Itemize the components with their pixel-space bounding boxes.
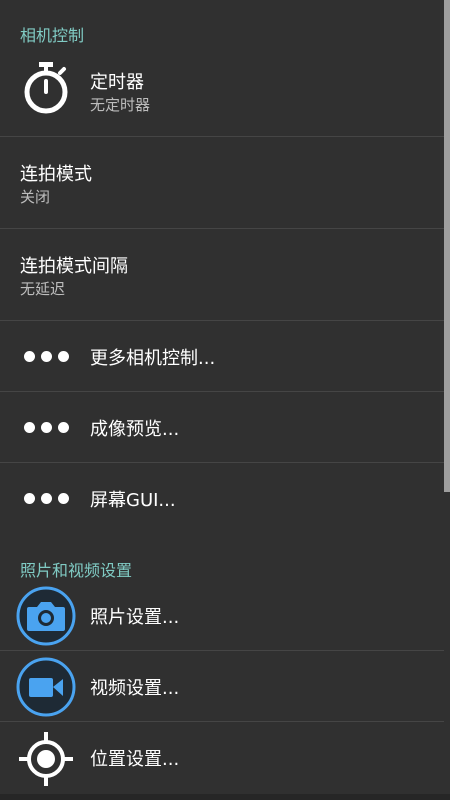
more-dots-icon bbox=[24, 493, 70, 505]
image-preview-label: 成像预览... bbox=[90, 419, 180, 440]
video-camera-icon bbox=[16, 657, 76, 717]
burst-mode-value: 关闭 bbox=[20, 188, 51, 206]
burst-interval-value: 无延迟 bbox=[20, 280, 66, 298]
scrollbar[interactable] bbox=[444, 0, 450, 492]
burst-interval-label: 连拍模式间隔 bbox=[20, 256, 128, 277]
bottom-edge bbox=[0, 794, 450, 800]
burst-mode-setting-row[interactable]: 连拍模式 关闭 bbox=[0, 137, 444, 229]
image-preview-row[interactable]: 成像预览... bbox=[0, 392, 444, 463]
camera-icon bbox=[16, 586, 76, 646]
timer-setting-row[interactable]: 定时器 无定时器 bbox=[0, 48, 444, 137]
more-dots-icon bbox=[24, 422, 70, 434]
timer-label: 定时器 bbox=[90, 72, 144, 93]
stopwatch-icon bbox=[24, 62, 68, 114]
location-settings-row[interactable]: 位置设置... bbox=[0, 722, 444, 793]
timer-value: 无定时器 bbox=[90, 96, 151, 114]
video-settings-row[interactable]: 视频设置... bbox=[0, 651, 444, 722]
section-header-camera-controls: 相机控制 bbox=[20, 26, 85, 45]
more-camera-controls-label: 更多相机控制... bbox=[90, 348, 216, 369]
screen-gui-row[interactable]: 屏幕GUI... bbox=[0, 463, 444, 534]
location-target-icon bbox=[19, 732, 73, 786]
burst-mode-label: 连拍模式 bbox=[20, 164, 92, 185]
more-camera-controls-row[interactable]: 更多相机控制... bbox=[0, 321, 444, 392]
section-header-photo-video: 照片和视频设置 bbox=[20, 561, 133, 580]
burst-interval-setting-row[interactable]: 连拍模式间隔 无延迟 bbox=[0, 229, 444, 321]
photo-settings-row[interactable]: 照片设置... bbox=[0, 580, 444, 651]
video-settings-label: 视频设置... bbox=[90, 678, 180, 699]
photo-settings-label: 照片设置... bbox=[90, 607, 180, 628]
location-settings-label: 位置设置... bbox=[90, 749, 180, 770]
more-dots-icon bbox=[24, 351, 70, 363]
screen-gui-label: 屏幕GUI... bbox=[90, 490, 176, 511]
